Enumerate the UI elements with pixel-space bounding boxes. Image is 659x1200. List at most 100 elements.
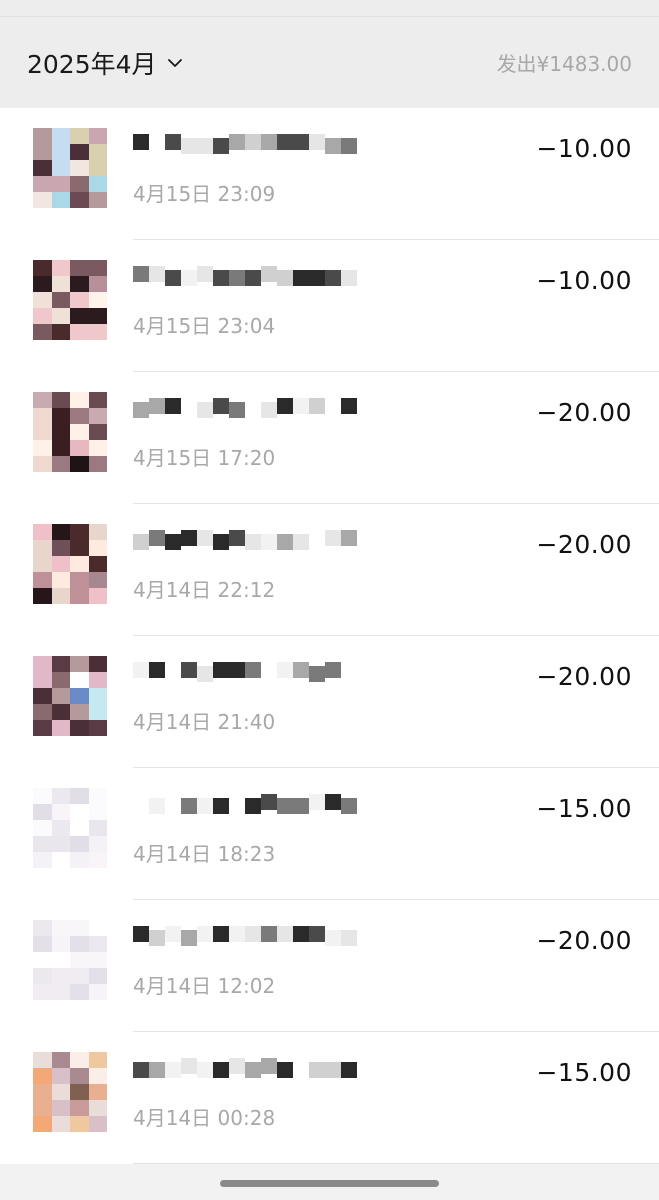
transaction-time: 4月15日 17:20	[133, 446, 276, 470]
avatar-pixel	[70, 788, 89, 804]
avatar-pixel	[70, 688, 89, 704]
redaction-pixel	[325, 270, 341, 286]
avatar-pixel	[70, 408, 89, 424]
avatar	[33, 788, 107, 868]
avatar-pixel	[33, 704, 52, 720]
avatar-pixel	[33, 556, 52, 572]
avatar-pixel	[33, 656, 52, 672]
redaction-pixel	[341, 930, 357, 946]
redaction-pixel	[261, 926, 277, 942]
month-header: 2025年4月 发出¥1483.00	[0, 17, 659, 108]
redaction-pixel	[293, 134, 309, 150]
redaction-pixel	[181, 270, 197, 286]
avatar-pixel	[33, 952, 52, 968]
avatar-pixel	[33, 160, 52, 176]
month-picker[interactable]: 2025年4月	[27, 45, 183, 81]
redaction-pixel	[213, 534, 229, 550]
avatar-pixel	[33, 1052, 52, 1068]
avatar-pixel	[70, 1116, 89, 1132]
avatar-pixel	[51, 440, 70, 456]
redaction-pixel	[165, 534, 181, 550]
avatar-pixel	[33, 688, 52, 704]
avatar	[33, 128, 107, 208]
avatar-pixel	[70, 572, 89, 588]
redaction-pixel	[229, 270, 245, 286]
transaction-time: 4月14日 12:02	[133, 974, 276, 998]
avatar-pixel	[33, 424, 52, 440]
avatar-pixel	[70, 324, 89, 340]
transaction-row[interactable]: 4月14日 21:40 −20.00	[0, 636, 659, 768]
avatar-pixel	[33, 324, 52, 340]
avatar-pixel	[88, 1100, 107, 1116]
avatar-pixel	[33, 820, 52, 836]
avatar-pixel	[88, 408, 107, 424]
redaction-pixel	[149, 662, 165, 678]
avatar-pixel	[88, 1068, 107, 1084]
avatar-pixel	[51, 720, 70, 736]
transaction-time: 4月14日 00:28	[133, 1106, 276, 1130]
transaction-row[interactable]: 4月15日 23:09 −10.00	[0, 108, 659, 240]
avatar-pixel	[51, 1116, 70, 1132]
transaction-row[interactable]: 4月14日 12:02 −20.00	[0, 900, 659, 1032]
payee-name-redacted	[133, 394, 363, 418]
home-indicator[interactable]	[220, 1180, 439, 1187]
avatar-pixel	[88, 984, 107, 1000]
redaction-pixel	[181, 138, 197, 154]
redaction-pixel	[165, 134, 181, 150]
avatar-pixel	[88, 920, 107, 936]
redaction-pixel	[181, 798, 197, 814]
transaction-row[interactable]: 4月15日 17:20 −20.00	[0, 372, 659, 504]
avatar	[33, 392, 107, 472]
avatar-pixel	[51, 176, 70, 192]
avatar-pixel	[51, 1052, 70, 1068]
avatar-pixel	[70, 540, 89, 556]
avatar-pixel	[88, 276, 107, 292]
avatar-pixel	[88, 656, 107, 672]
redaction-pixel	[325, 930, 341, 946]
transaction-row[interactable]: 4月15日 23:04 −10.00	[0, 240, 659, 372]
redaction-pixel	[261, 266, 277, 282]
redaction-pixel	[261, 794, 277, 810]
avatar-pixel	[88, 852, 107, 868]
redaction-pixel	[229, 530, 245, 546]
avatar-pixel	[33, 144, 52, 160]
redaction-pixel	[133, 266, 149, 282]
avatar-pixel	[33, 588, 52, 604]
avatar	[33, 656, 107, 736]
avatar-pixel	[51, 128, 70, 144]
bill-page: 2025年4月 发出¥1483.00 4月15日 23:09 −10.00 4月…	[0, 0, 659, 1200]
transaction-row[interactable]: 4月14日 00:28 −15.00	[0, 1032, 659, 1164]
redaction-pixel	[229, 798, 245, 814]
avatar-pixel	[88, 1052, 107, 1068]
redaction-pixel	[325, 530, 341, 546]
redaction-pixel	[149, 798, 165, 814]
redaction-pixel	[149, 266, 165, 282]
transaction-row[interactable]: 4月14日 22:12 −20.00	[0, 504, 659, 636]
avatar-pixel	[88, 308, 107, 324]
avatar-pixel	[70, 920, 89, 936]
avatar-pixel	[33, 456, 52, 472]
avatar-pixel	[70, 820, 89, 836]
avatar-pixel	[88, 936, 107, 952]
redaction-pixel	[277, 270, 293, 286]
transaction-row[interactable]: 4月14日 18:23 −15.00	[0, 768, 659, 900]
avatar-pixel	[70, 968, 89, 984]
redaction-pixel	[133, 794, 149, 810]
month-label: 2025年4月	[27, 49, 157, 79]
avatar-pixel	[70, 424, 89, 440]
redaction-pixel	[341, 798, 357, 814]
avatar-pixel	[51, 408, 70, 424]
redaction-pixel	[325, 402, 341, 418]
avatar-pixel	[51, 144, 70, 160]
avatar-pixel	[88, 1116, 107, 1132]
avatar-pixel	[51, 160, 70, 176]
redaction-pixel	[245, 398, 261, 414]
avatar-pixel	[33, 836, 52, 852]
redaction-pixel	[229, 662, 245, 678]
avatar-pixel	[33, 176, 52, 192]
redaction-pixel	[245, 534, 261, 550]
avatar-pixel	[70, 440, 89, 456]
redaction-pixel	[309, 530, 325, 546]
avatar-pixel	[51, 192, 70, 208]
avatar-pixel	[51, 688, 70, 704]
